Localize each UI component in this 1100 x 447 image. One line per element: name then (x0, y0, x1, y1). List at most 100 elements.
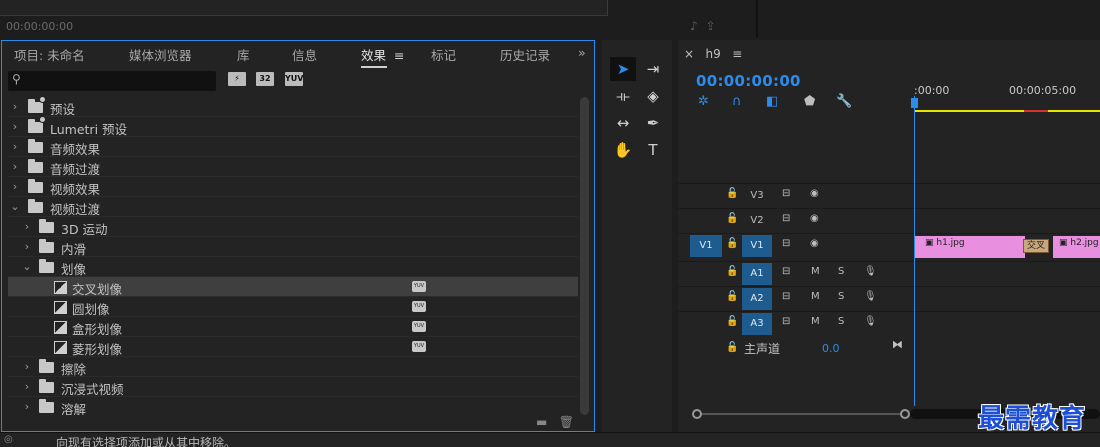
toggle-sync-icon[interactable]: ⊟ (782, 188, 790, 199)
timeline-timecode[interactable]: 00:00:00:00 (696, 72, 801, 90)
chevron-right-icon[interactable]: › (10, 120, 20, 133)
linked-selection-icon[interactable]: ◧ (766, 94, 778, 109)
toggle-sync-icon[interactable]: ⊟ (782, 213, 790, 224)
toggle-sync-icon[interactable]: ⊟ (782, 291, 790, 302)
add-marker-icon[interactable]: ⬟ (804, 94, 815, 109)
tree-row-dissolve[interactable]: › 溶解 (8, 397, 578, 415)
chevron-right-icon[interactable]: › (22, 220, 32, 233)
transition-marker[interactable]: 交叉 (1023, 239, 1049, 253)
tree-row-audio-transitions[interactable]: › 音频过渡 (8, 157, 578, 177)
lock-icon[interactable]: 🔓 (726, 238, 738, 249)
tab-effects[interactable]: 效果 ≡ (361, 45, 405, 68)
tree-row-wipe[interactable]: › 擦除 (8, 357, 578, 377)
solo-button[interactable]: S (838, 266, 844, 277)
delete-icon[interactable]: 🗑 (559, 415, 574, 429)
tab-history[interactable]: 历史记录 (500, 45, 550, 64)
microphone-icon[interactable]: 🎙 (864, 316, 877, 327)
lock-icon[interactable]: 🔓 (726, 266, 738, 277)
tree-row-audio-effects[interactable]: › 音频效果 (8, 137, 578, 157)
lock-icon[interactable]: 🔓 (726, 291, 738, 302)
tab-media-browser[interactable]: 媒体浏览器 (129, 45, 192, 64)
chevron-right-icon[interactable]: › (10, 160, 20, 173)
track-label[interactable]: V3 (742, 185, 772, 207)
track-select-tool-icon[interactable]: ⇥ (640, 57, 666, 81)
tab-project[interactable]: 项目: 未命名 (14, 45, 85, 64)
track-area[interactable]: ▣ h1.jpg ▣ h2.jpg (914, 234, 1100, 258)
track-area[interactable] (914, 312, 1100, 336)
filter-32bit-icon[interactable]: 32 (256, 72, 274, 86)
zoom-handle-right[interactable] (900, 409, 910, 419)
track-label[interactable]: V2 (742, 210, 772, 232)
chevron-down-icon[interactable]: ⌄ (22, 260, 32, 273)
close-icon[interactable]: × (684, 47, 694, 61)
tree-row-iris-round[interactable]: 圆划像 YUV (8, 297, 578, 317)
tab-info[interactable]: 信息 (292, 45, 317, 64)
more-tabs-icon[interactable]: » (578, 45, 586, 60)
hand-tool-icon[interactable]: ✋ (610, 138, 636, 162)
master-volume-value[interactable]: 0.0 (822, 342, 840, 355)
clip-h1[interactable]: ▣ h1.jpg (915, 236, 1025, 258)
audio-icon[interactable]: ♪ (690, 19, 706, 33)
tree-row-iris-box[interactable]: 盒形划像 YUV (8, 317, 578, 337)
microphone-icon[interactable]: 🎙 (864, 266, 877, 277)
track-label[interactable]: A3 (742, 313, 772, 335)
toggle-sync-icon[interactable]: ⊟ (782, 316, 790, 327)
mute-button[interactable]: M (811, 316, 820, 327)
work-area-bar[interactable] (914, 110, 1100, 112)
track-area[interactable] (914, 209, 1100, 233)
tab-library[interactable]: 库 (237, 45, 250, 64)
snap-icon[interactable]: ∩ (732, 94, 742, 109)
lock-icon[interactable]: 🔓 (726, 188, 738, 199)
ripple-edit-tool-icon[interactable]: ⟛ (610, 84, 636, 108)
track-area[interactable] (914, 287, 1100, 311)
new-bin-icon[interactable]: ▬ (536, 415, 547, 429)
chevron-right-icon[interactable]: › (10, 140, 20, 153)
tree-row-video-transitions[interactable]: ⌄ 视频过渡 (8, 197, 578, 217)
pen-tool-icon[interactable]: ✒ (640, 111, 666, 135)
selection-tool-icon[interactable]: ➤ (610, 57, 636, 81)
chevron-right-icon[interactable]: › (22, 380, 32, 393)
tree-row-presets[interactable]: › 预设 (8, 97, 578, 117)
microphone-icon[interactable]: 🎙 (864, 291, 877, 302)
eye-icon[interactable]: ◉ (810, 213, 819, 224)
tree-row-immersive-video[interactable]: › 沉浸式视频 (8, 377, 578, 397)
eye-icon[interactable]: ◉ (810, 188, 819, 199)
track-area[interactable] (914, 184, 1100, 208)
lock-icon[interactable]: 🔓 (726, 316, 738, 327)
solo-button[interactable]: S (838, 316, 844, 327)
track-label[interactable]: A1 (742, 263, 772, 285)
tab-markers[interactable]: 标记 (431, 45, 456, 64)
tree-row-iris-diamond[interactable]: 菱形划像 YUV (8, 337, 578, 357)
slip-tool-icon[interactable]: ↔ (610, 111, 636, 135)
export-icon[interactable]: ⇪ (706, 19, 724, 33)
tree-row-video-effects[interactable]: › 视频效果 (8, 177, 578, 197)
track-area[interactable] (914, 262, 1100, 286)
tree-scrollbar[interactable] (580, 97, 589, 415)
tree-row-slide[interactable]: › 内滑 (8, 237, 578, 257)
chevron-right-icon[interactable]: › (10, 180, 20, 193)
scrollbar-thumb[interactable] (580, 97, 589, 415)
tab-menu-icon[interactable]: ≡ (394, 48, 404, 63)
toggle-sync-icon[interactable]: ⊟ (782, 238, 790, 249)
chevron-right-icon[interactable]: › (22, 400, 32, 413)
menu-icon[interactable]: ≡ (732, 47, 742, 61)
search-input[interactable]: ⚲ (8, 71, 216, 91)
playhead[interactable] (914, 96, 915, 406)
solo-button[interactable]: S (838, 291, 844, 302)
lock-icon[interactable]: 🔓 (726, 213, 738, 224)
mute-button[interactable]: M (811, 266, 820, 277)
eye-icon[interactable]: ◉ (810, 238, 819, 249)
source-patch-v1[interactable]: V1 (690, 235, 722, 257)
mute-button[interactable]: M (811, 291, 820, 302)
tree-row-3d-motion[interactable]: › 3D 运动 (8, 217, 578, 237)
chevron-down-icon[interactable]: ⌄ (10, 200, 20, 213)
tree-row-iris[interactable]: ⌄ 划像 (8, 257, 578, 277)
type-tool-icon[interactable]: T (640, 138, 666, 162)
sequence-tab[interactable]: × h9 ≡ (684, 47, 742, 61)
tree-row-iris-cross[interactable]: 交叉划像 YUV (8, 277, 578, 297)
chevron-right-icon[interactable]: › (10, 100, 20, 113)
settings-wrench-icon[interactable]: 🔧 (836, 94, 852, 109)
lock-icon[interactable]: 🔓 (726, 342, 738, 353)
track-label[interactable]: A2 (742, 288, 772, 310)
filter-yuv-icon[interactable]: YUV (285, 72, 303, 86)
